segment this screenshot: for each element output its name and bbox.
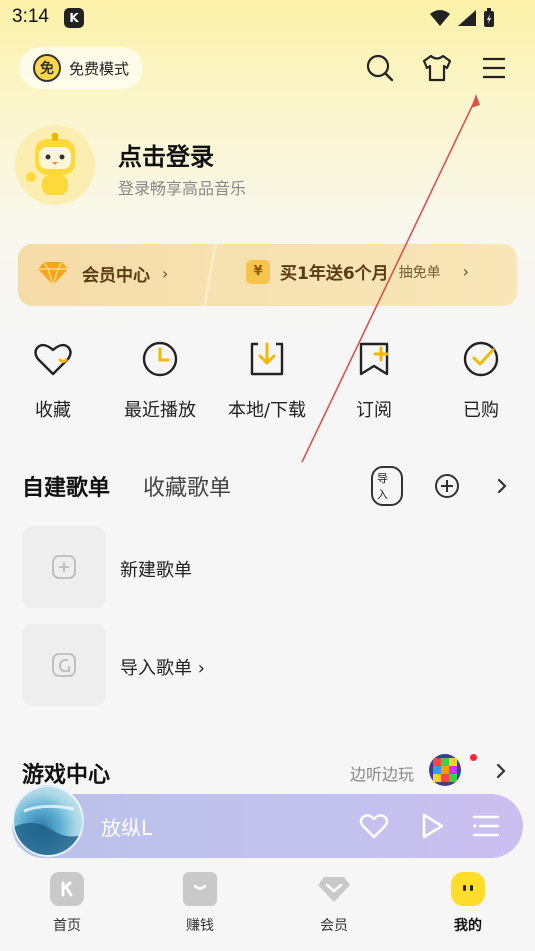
vip-center-button[interactable]: 会员中心 › [36, 259, 168, 287]
search-button[interactable] [362, 50, 398, 86]
import-button[interactable]: 导入 [371, 466, 403, 506]
nav-earn-label: 赚钱 [186, 918, 214, 934]
vip-diamond-icon [317, 872, 351, 906]
purchased-icon [463, 341, 499, 377]
status-icons [429, 8, 495, 28]
play-icon [422, 813, 444, 839]
nav-mine[interactable]: 我的 [428, 872, 508, 935]
status-time: 3:14 [12, 6, 49, 27]
play-button[interactable] [414, 808, 450, 844]
queue-icon [472, 815, 500, 837]
login-title[interactable]: 点击登录 [118, 137, 214, 172]
vip-offer-button[interactable]: ¥ 买1年送6个月 抽免单 › [246, 259, 469, 284]
block-puzzle-icon [429, 754, 461, 786]
nav-home[interactable]: 首页 [27, 872, 107, 935]
game-thumbnail[interactable] [429, 754, 461, 786]
nav-vip[interactable]: 会员 [294, 872, 374, 935]
home-icon [50, 872, 84, 906]
chevron-right-icon [496, 763, 506, 779]
more-playlists-button[interactable] [486, 473, 518, 499]
quick-action-label: 订阅 [356, 400, 392, 421]
game-center-more[interactable] [494, 762, 508, 784]
nav-vip-label: 会员 [320, 918, 348, 934]
add-circle-icon [435, 474, 459, 498]
avatar[interactable] [15, 125, 95, 205]
wifi-icon [430, 10, 450, 26]
vip-offer-text: 买1年送6个月 [280, 264, 389, 284]
quick-action-purchased[interactable]: 已购 [436, 338, 526, 422]
playlist-queue-button[interactable] [468, 808, 504, 844]
menu-icon [483, 57, 505, 79]
album-art[interactable] [12, 785, 84, 857]
login-subtitle: 登录畅享高品音乐 [118, 179, 247, 198]
signal-icon [458, 10, 476, 26]
quick-action-favorites[interactable]: 收藏 [8, 338, 98, 422]
free-mode-label: 免费模式 [69, 59, 130, 78]
add-square-icon [52, 555, 76, 579]
earn-icon [183, 872, 217, 906]
download-icon [250, 342, 284, 376]
notification-dot [470, 754, 477, 761]
quick-action-subscribe[interactable]: 订阅 [329, 338, 419, 422]
menu-button[interactable] [476, 50, 512, 86]
nav-home-label: 首页 [53, 918, 81, 934]
nav-mine-label: 我的 [454, 918, 482, 934]
quick-action-label: 最近播放 [124, 400, 196, 421]
quick-action-label: 收藏 [35, 400, 71, 421]
mascot-icon [26, 133, 75, 195]
nav-earn[interactable]: 赚钱 [160, 872, 240, 935]
game-center-title[interactable]: 游戏中心 [22, 757, 110, 789]
quick-action-label: 已购 [463, 400, 499, 421]
coupon-icon: ¥ [246, 259, 270, 284]
skin-button[interactable] [419, 50, 455, 86]
quick-action-download[interactable]: 本地/下载 [222, 338, 312, 422]
mine-icon [451, 872, 485, 906]
heart-icon [34, 343, 72, 376]
import-playlist-label[interactable]: 导入歌单 › [120, 654, 205, 680]
game-center-subtitle: 边听边玩 [350, 765, 415, 784]
add-playlist-button[interactable] [431, 473, 463, 499]
vip-draw-text: 抽免单 [398, 264, 441, 281]
subscribe-icon [359, 342, 389, 376]
chevron-right-icon: › [162, 263, 169, 283]
import-playlist-cover[interactable] [22, 624, 106, 706]
clock-icon [142, 341, 178, 377]
diamond-icon [38, 261, 68, 287]
player-song-title: 放纵L [101, 816, 153, 840]
chevron-right-icon [497, 478, 507, 494]
free-mode-badge: 免 [33, 54, 61, 82]
app-notification-icon: K [64, 8, 84, 28]
like-button[interactable] [356, 808, 392, 844]
vip-divider [195, 244, 225, 306]
free-mode-button[interactable]: 免 免费模式 [19, 47, 144, 89]
battery-icon [484, 8, 494, 27]
chevron-right-icon: › [462, 262, 470, 281]
heart-outline-icon [359, 814, 389, 839]
quick-action-recent[interactable]: 最近播放 [115, 338, 205, 422]
import-badge: 导入 [371, 466, 403, 506]
tab-created-playlists[interactable]: 自建歌单 [22, 470, 110, 502]
quick-action-label: 本地/下载 [227, 400, 307, 421]
tab-collected-playlists[interactable]: 收藏歌单 [143, 470, 231, 502]
import-square-icon [52, 653, 76, 677]
search-icon [366, 54, 394, 82]
vip-center-label: 会员中心 [82, 265, 150, 286]
skin-icon [422, 54, 452, 82]
new-playlist-cover[interactable] [22, 526, 106, 608]
new-playlist-label[interactable]: 新建歌单 [120, 556, 192, 582]
